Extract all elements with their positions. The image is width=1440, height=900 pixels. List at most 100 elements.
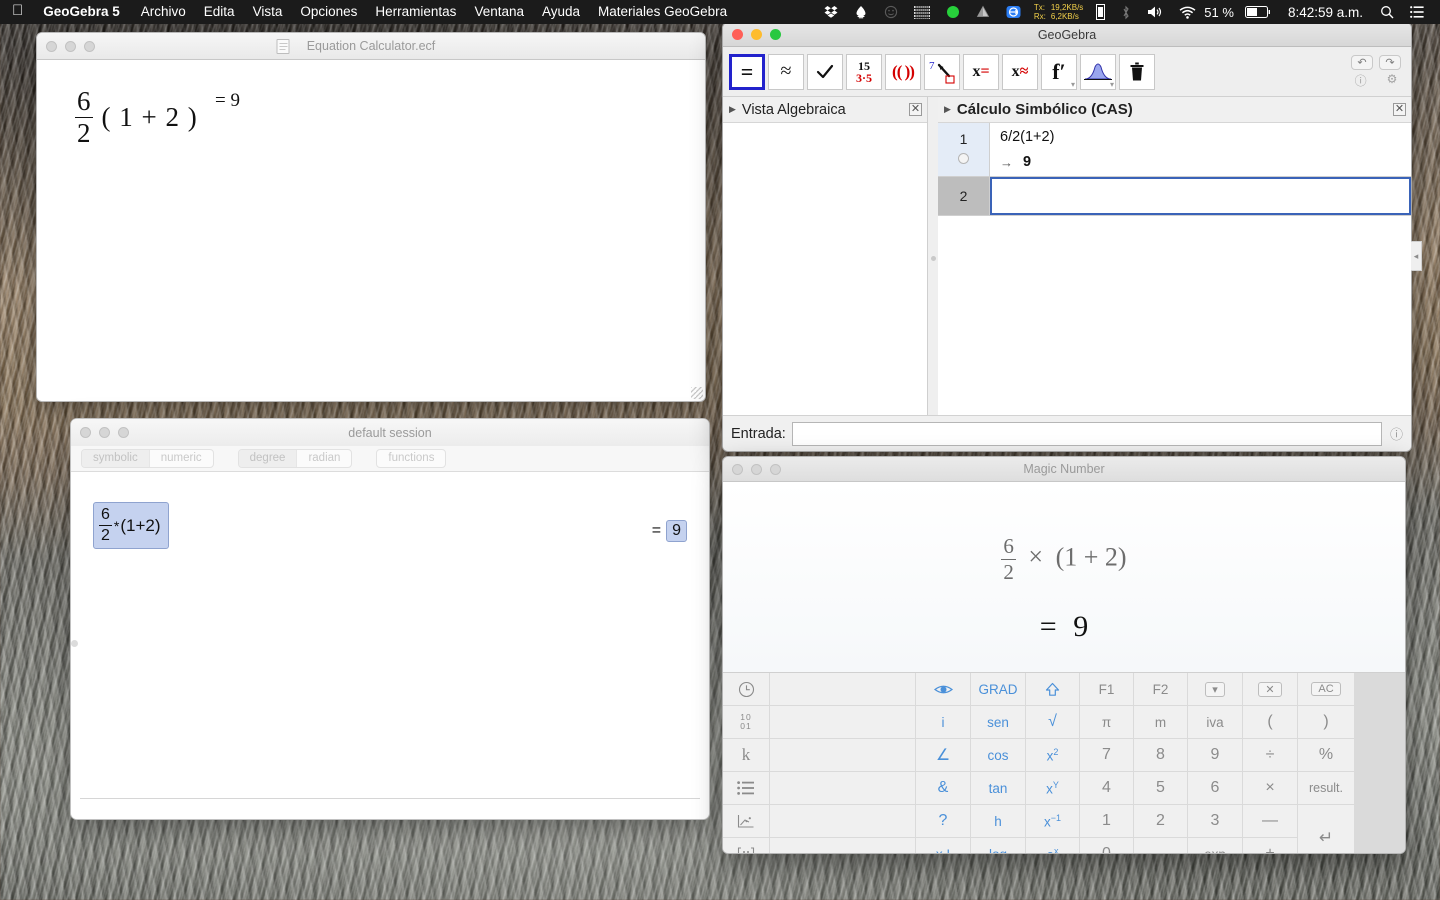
digit-0-key[interactable]: 0 <box>1080 838 1133 853</box>
cas-row-content[interactable]: 6/2(1+2) → 9 <box>990 123 1411 176</box>
splitter-knob[interactable] <box>931 256 936 261</box>
reciprocal-key[interactable]: x−1 <box>1026 805 1079 837</box>
angle-radian-button[interactable]: radian <box>296 450 351 467</box>
iva-key[interactable]: iva <box>1188 706 1242 738</box>
digit-3-key[interactable]: 3 <box>1188 805 1242 837</box>
solve-numeric-tool-button[interactable]: x≈ <box>1002 53 1038 90</box>
percent-key[interactable]: % <box>1298 739 1354 771</box>
minimize-button[interactable] <box>751 29 762 40</box>
zoom-button[interactable] <box>770 463 781 475</box>
binary-key[interactable]: 10 01 <box>723 706 769 738</box>
close-icon[interactable]: ✕ <box>909 103 922 116</box>
angle-segmented-control[interactable]: degree radian <box>237 449 353 468</box>
default-session-window[interactable]: default session symbolic numeric degree … <box>70 418 710 820</box>
hyperbolic-key[interactable]: h <box>971 805 1025 837</box>
minimize-button[interactable] <box>99 427 110 438</box>
result-key[interactable]: result. <box>1298 772 1354 804</box>
resize-grip[interactable] <box>691 387 703 399</box>
f2-key[interactable]: F2 <box>1134 673 1187 705</box>
menu-item-app[interactable]: GeoGebra 5 <box>35 0 132 24</box>
menu-item-vista[interactable]: Vista <box>244 0 292 24</box>
divide-key[interactable]: ÷ <box>1243 739 1297 771</box>
volume-icon[interactable] <box>1139 0 1171 24</box>
factor-tool-button[interactable]: 15 3·5 <box>846 53 882 90</box>
zoom-button[interactable] <box>118 427 129 438</box>
pane-splitter[interactable] <box>928 97 938 415</box>
graph-key[interactable] <box>723 805 769 837</box>
open-paren-key[interactable]: ( <box>1243 706 1297 738</box>
battery-icon[interactable] <box>1237 0 1279 24</box>
comma-key[interactable]: , <box>1134 838 1187 853</box>
menu-item-materiales[interactable]: Materiales GeoGebra <box>589 0 736 24</box>
cas-row-2[interactable]: 2 <box>938 177 1411 216</box>
menu-item-ayuda[interactable]: Ayuda <box>533 0 589 24</box>
help-icon[interactable]: ⓘ <box>1388 424 1405 443</box>
algebra-view-body[interactable] <box>723 123 927 415</box>
enter-key[interactable]: ↵ <box>1298 805 1354 853</box>
digit-7-key[interactable]: 7 <box>1080 739 1133 771</box>
digit-9-key[interactable]: 9 <box>1188 739 1242 771</box>
digit-6-key[interactable]: 6 <box>1188 772 1242 804</box>
session-window-controls[interactable] <box>71 427 129 438</box>
angle-key[interactable]: ∠ <box>916 739 970 771</box>
eye-key[interactable] <box>916 673 970 705</box>
help-icon[interactable]: ⓘ <box>1355 72 1367 89</box>
zoom-button[interactable] <box>84 40 95 52</box>
log-key[interactable]: log <box>971 838 1025 853</box>
minimize-button[interactable] <box>751 463 762 475</box>
menu-item-archivo[interactable]: Archivo <box>132 0 195 24</box>
menu-item-edita[interactable]: Edita <box>195 0 244 24</box>
notification-center-icon[interactable] <box>1402 0 1432 24</box>
solve-tool-button[interactable]: x= <box>963 53 999 90</box>
pi-key[interactable]: π <box>1080 706 1133 738</box>
cas-row-marble[interactable] <box>958 153 969 164</box>
cas-row-input[interactable]: 6/2(1+2) <box>1000 129 1401 145</box>
geogebra-window[interactable]: GeoGebra = ≈ 15 3·5 (( )) 7 x= x≈ f′ ▾ ▾… <box>722 22 1422 452</box>
plus-key[interactable]: + <box>1243 838 1297 853</box>
backspace-key[interactable]: ✕ <box>1243 673 1297 705</box>
inkscape-icon[interactable] <box>846 0 876 24</box>
digit-2-key[interactable]: 2 <box>1134 805 1187 837</box>
factorial-key[interactable]: x ! <box>916 838 970 853</box>
mode-segmented-control[interactable]: symbolic numeric <box>81 449 214 468</box>
expand-tool-button[interactable]: (( )) <box>885 53 921 90</box>
geogebra-window-controls[interactable] <box>723 29 781 40</box>
redo-button[interactable]: ↷ <box>1379 54 1401 70</box>
mode-symbolic-button[interactable]: symbolic <box>82 450 149 467</box>
cosine-key[interactable]: cos <box>971 739 1025 771</box>
grid-icon[interactable] <box>906 0 938 24</box>
question-key[interactable]: ? <box>916 805 970 837</box>
vpn-icon[interactable] <box>998 0 1029 24</box>
equation-calculator-titlebar[interactable]: Equation Calculator.ecf <box>37 33 705 60</box>
history-key[interactable] <box>723 673 769 705</box>
menu-item-opciones[interactable]: Opciones <box>291 0 366 24</box>
menu-item-ventana[interactable]: Ventana <box>465 0 533 24</box>
drive-icon[interactable] <box>968 0 998 24</box>
bluetooth-icon[interactable] <box>1113 0 1139 24</box>
substitute-tool-button[interactable]: 7 <box>924 53 960 90</box>
f1-key[interactable]: F1 <box>1080 673 1133 705</box>
keep-input-tool-button[interactable] <box>807 53 843 90</box>
square-key[interactable]: x2 <box>1026 739 1079 771</box>
minimize-button[interactable] <box>65 40 76 52</box>
digit-5-key[interactable]: 5 <box>1134 772 1187 804</box>
delete-tool-button[interactable] <box>1119 53 1155 90</box>
functions-control[interactable]: functions <box>376 449 447 468</box>
close-button[interactable] <box>732 29 743 40</box>
apple-menu-icon[interactable]:  <box>0 0 35 24</box>
functions-button[interactable]: functions <box>377 450 445 467</box>
distribution-tool-button[interactable]: ▾ <box>1080 53 1116 90</box>
list-key[interactable] <box>723 772 769 804</box>
all-clear-key[interactable]: AC <box>1298 673 1354 705</box>
imaginary-key[interactable]: i <box>916 706 970 738</box>
sqrt-key[interactable]: √ <box>1026 706 1079 738</box>
gear-icon[interactable]: ⚙ <box>1387 72 1398 89</box>
close-button[interactable] <box>80 427 91 438</box>
session-input-cell[interactable]: 6 2 * (1+2) <box>93 502 169 549</box>
exp-key[interactable]: exp <box>1188 838 1242 853</box>
dropdown-caret-icon[interactable]: ▾ <box>1071 80 1075 89</box>
dropbox-icon[interactable] <box>816 0 846 24</box>
close-paren-key[interactable]: ) <box>1298 706 1354 738</box>
tangent-key[interactable]: tan <box>971 772 1025 804</box>
session-titlebar[interactable]: default session <box>71 419 709 446</box>
